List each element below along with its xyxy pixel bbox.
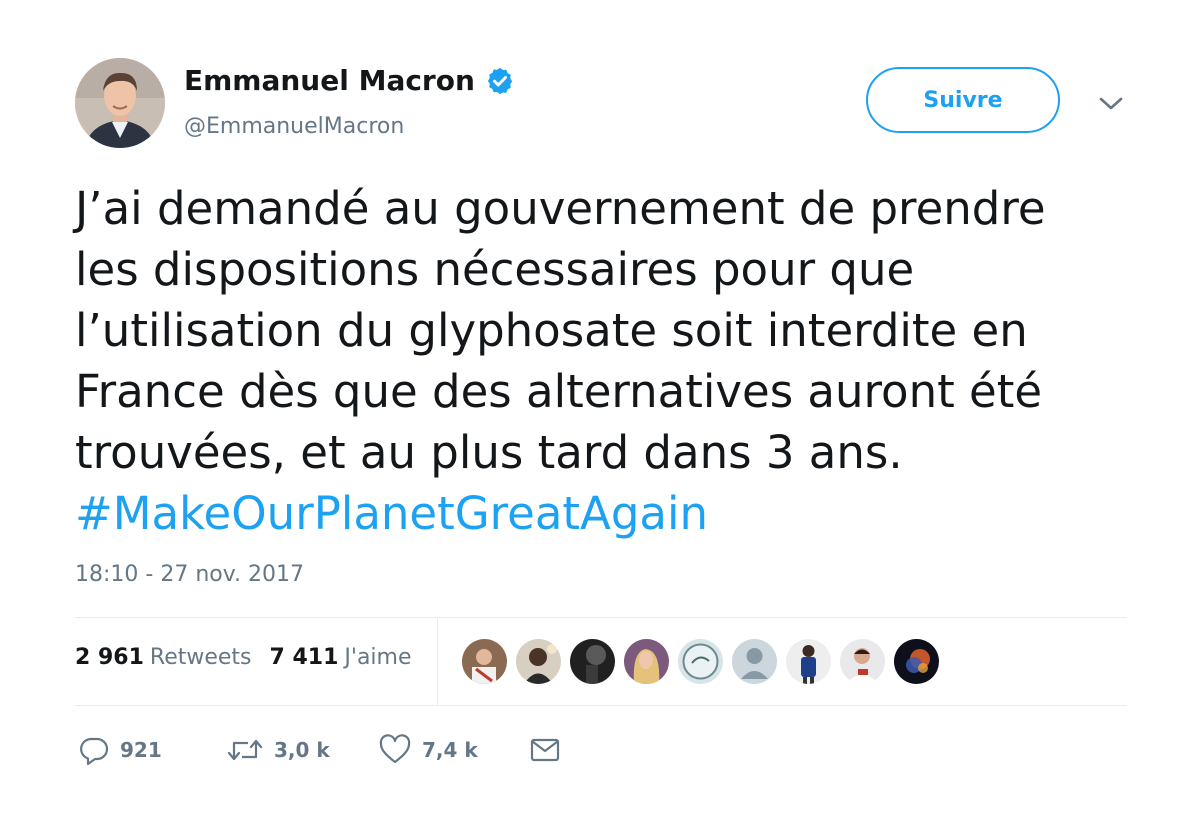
like-button[interactable]: 7,4 k bbox=[378, 734, 478, 766]
like-count: 7,4 k bbox=[422, 738, 478, 762]
verified-badge-icon bbox=[485, 66, 515, 96]
envelope-icon bbox=[528, 734, 562, 766]
liker-avatar[interactable] bbox=[786, 639, 831, 684]
retweets-label: Retweets bbox=[149, 645, 252, 670]
liker-avatar[interactable] bbox=[570, 639, 615, 684]
likes-label: J'aime bbox=[344, 645, 412, 670]
retweet-button[interactable]: 3,0 k bbox=[226, 734, 330, 766]
tweet-text: J’ai demandé au gouvernement de prendre … bbox=[75, 178, 1135, 544]
follow-button[interactable]: Suivre bbox=[866, 67, 1060, 133]
reply-icon bbox=[78, 734, 110, 766]
likes-count: 7 411 bbox=[269, 645, 339, 670]
author-avatar[interactable] bbox=[75, 58, 165, 148]
liker-avatar[interactable] bbox=[516, 639, 561, 684]
author-handle[interactable]: @EmmanuelMacron bbox=[184, 114, 404, 139]
tweet-text-line: trouvées, et au plus tard dans 3 ans. bbox=[75, 426, 903, 479]
liker-avatar[interactable] bbox=[462, 639, 507, 684]
divider bbox=[75, 617, 1127, 618]
chevron-down-icon[interactable] bbox=[1097, 92, 1125, 114]
likes-stat[interactable]: 7 411 J'aime bbox=[270, 645, 412, 670]
tweet-stats: 2 961 Retweets 7 411 J'aime bbox=[75, 645, 412, 670]
retweets-count: 2 961 bbox=[75, 645, 144, 670]
liker-avatar[interactable] bbox=[678, 639, 723, 684]
tweet-text-line: les dispositions nécessaires pour que bbox=[75, 243, 915, 296]
tweet-text-line: l’utilisation du glyphosate soit interdi… bbox=[75, 304, 1028, 357]
tweet-card: Emmanuel Macron @EmmanuelMacron Suivre J… bbox=[0, 0, 1200, 820]
liker-avatar[interactable] bbox=[840, 639, 885, 684]
tweet-text-line: France dès que des alternatives auront é… bbox=[75, 365, 1043, 418]
liker-avatar[interactable] bbox=[894, 639, 939, 684]
direct-message-button[interactable] bbox=[528, 734, 562, 766]
retweet-icon bbox=[226, 734, 264, 766]
default-avatar-icon[interactable] bbox=[732, 639, 777, 684]
retweet-count: 3,0 k bbox=[274, 738, 330, 762]
tweet-timestamp[interactable]: 18:10 - 27 nov. 2017 bbox=[75, 562, 304, 587]
tweet-actions: 921 3,0 k 7,4 k bbox=[78, 734, 638, 770]
author-name-text: Emmanuel Macron bbox=[184, 64, 475, 97]
reply-button[interactable]: 921 bbox=[78, 734, 162, 766]
heart-icon bbox=[378, 734, 412, 766]
liker-avatars bbox=[462, 639, 939, 684]
tweet-text-line: J’ai demandé au gouvernement de prendre bbox=[75, 182, 1046, 235]
hashtag-link[interactable]: #MakeOurPlanetGreatAgain bbox=[75, 487, 708, 540]
liker-avatar[interactable] bbox=[624, 639, 669, 684]
stats-separator bbox=[437, 618, 438, 705]
divider bbox=[75, 705, 1127, 706]
author-name[interactable]: Emmanuel Macron bbox=[184, 64, 515, 97]
retweets-stat[interactable]: 2 961 Retweets bbox=[75, 645, 252, 670]
reply-count: 921 bbox=[120, 738, 162, 762]
